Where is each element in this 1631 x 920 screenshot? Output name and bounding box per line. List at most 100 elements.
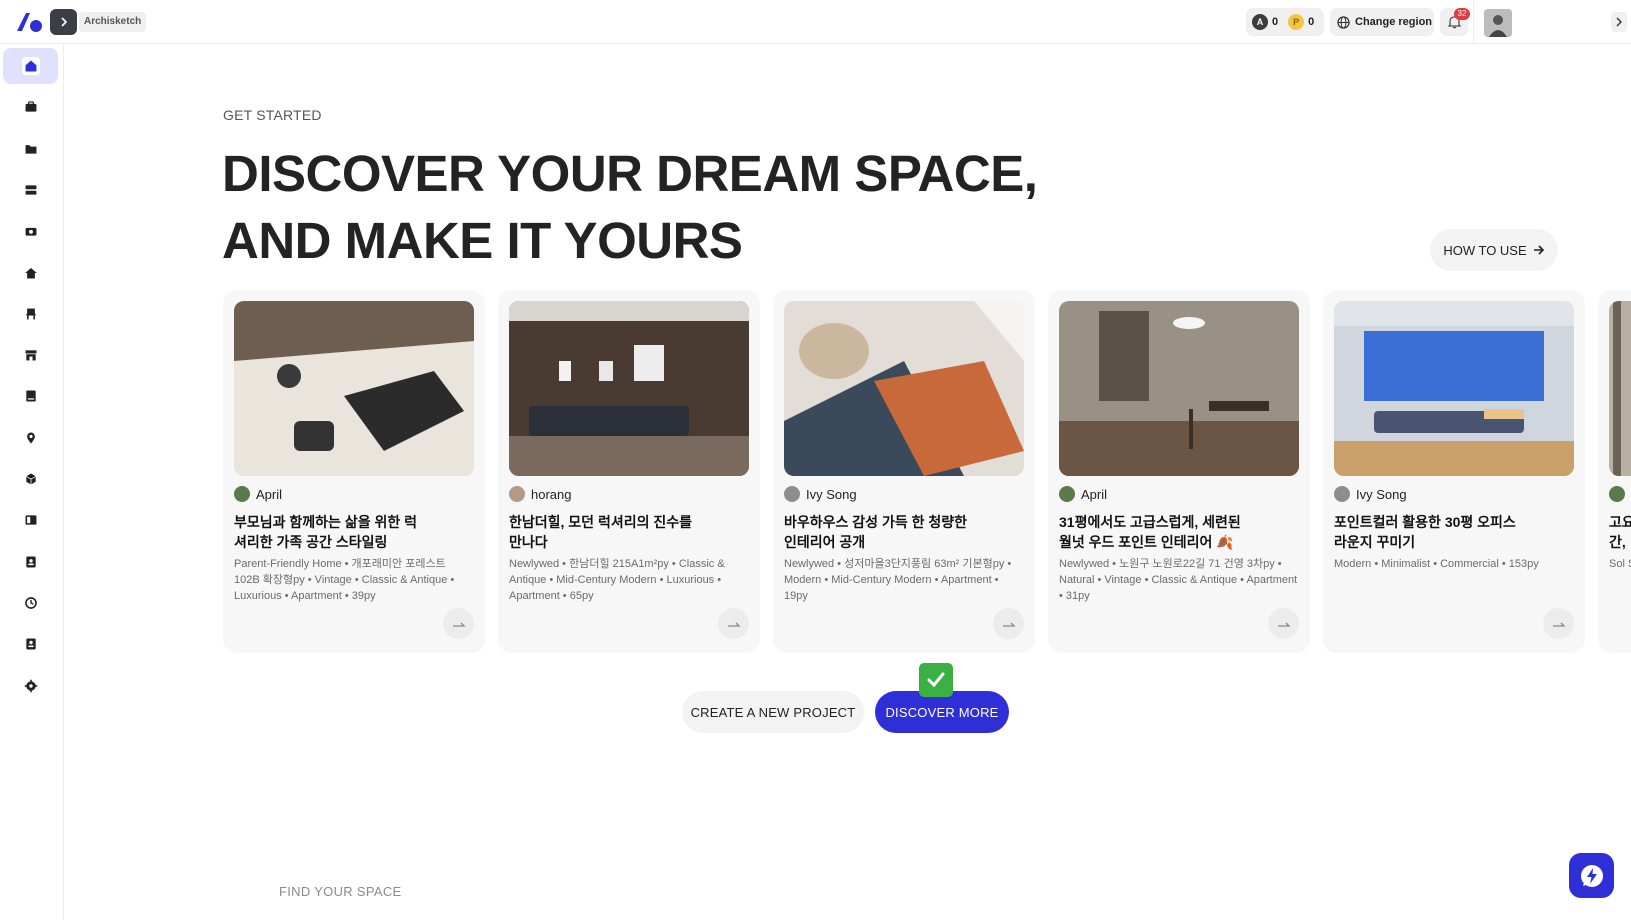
arrow-right-icon [452,622,466,627]
point-coin-icon: P [1288,14,1305,30]
project-tags: Newlywed • 노원구 노원로22길 71 건영 3차py • Natur… [1059,558,1298,602]
sidebar-item-contact-card[interactable] [3,544,58,580]
author-avatar [784,486,800,502]
chevron-right-icon [1616,17,1622,27]
project-tags: Parent-Friendly Home • 개포래미안 포레스트 102B 확… [234,558,455,602]
profile-photo-icon [1484,9,1512,37]
page-headline: DISCOVER YOUR DREAM SPACE, AND MAKE IT Y… [222,140,1042,274]
open-project-button[interactable] [1268,608,1299,639]
author-name: April [1081,486,1108,502]
chat-support-button[interactable] [1569,853,1614,898]
open-project-button[interactable] [993,608,1024,639]
change-region-button[interactable]: Change region [1330,8,1434,36]
home-icon [21,57,40,75]
project-thumbnail[interactable] [1059,301,1299,476]
project-thumbnail[interactable] [234,301,474,476]
project-card-partial[interactable]: 고요 간, Sol Sin [1598,290,1631,653]
project-title[interactable]: 포인트컬러 활용한 30평 오피스 라운지 꾸미기 [1334,512,1519,552]
sidebar-nav [0,44,64,920]
author-name: Ivy Song [806,486,857,502]
sidebar-item-history[interactable] [3,585,58,621]
sidebar-item-cube[interactable] [3,461,58,497]
card-author[interactable]: Ivy Song [784,486,857,502]
open-project-button[interactable] [443,608,474,639]
arrow-right-icon [1552,622,1566,627]
sidebar-item-book[interactable] [3,378,58,414]
checkmark-icon [919,663,953,697]
chevron-right-icon [60,17,67,27]
project-title[interactable]: 31평에서도 고급스럽게, 세련된 월넛 우드 포인트 인테리어 🍂 [1059,512,1244,552]
author-avatar [1609,486,1625,502]
book-icon [22,387,40,405]
archi-credit-icon: A [1252,14,1268,30]
settings-icon [22,677,40,695]
house-icon [22,264,40,282]
sidebar-item-catalog[interactable] [3,502,58,538]
sidebar-item-storage[interactable] [3,172,58,208]
project-thumbnail[interactable] [784,301,1024,476]
credit-balance[interactable]: A 0 P 0 [1246,8,1324,36]
card-author[interactable]: April [1059,486,1107,502]
workspace-breadcrumb[interactable]: Archisketch [79,12,147,32]
sidebar-item-id-badge[interactable] [3,626,58,662]
project-title[interactable]: 바우하우스 감성 가득 한 청량한 인테리어 공개 [784,512,969,552]
author-avatar [1059,486,1075,502]
id-badge-icon [22,635,40,653]
project-title[interactable]: 부모님과 함께하는 삶을 위한 럭셔리한 가족 공간 스타일링 [234,512,419,552]
sidebar-item-camera[interactable] [3,213,58,249]
headline-line-2: AND MAKE IT YOURS [222,212,743,269]
project-card[interactable]: April 31평에서도 고급스럽게, 세련된 월넛 우드 포인트 인테리어 🍂 N… [1048,290,1310,653]
location-pin-icon [22,429,40,447]
check-glyph-icon [927,672,945,688]
storage-icon [22,181,40,199]
sidebar-item-home[interactable] [3,48,58,84]
project-card[interactable]: Ivy Song 바우하우스 감성 가득 한 청량한 인테리어 공개 Newlywe… [773,290,1035,653]
change-region-label: Change region [1355,16,1433,28]
arrow-right-icon [727,622,741,627]
project-card[interactable]: horang 한남더힐, 모던 럭셔리의 진수를 만나다 Newlywed • 한남… [498,290,760,653]
project-thumbnail[interactable] [1609,301,1631,476]
how-to-use-button[interactable]: HOW TO USE [1430,229,1558,271]
sidebar-item-location-pin[interactable] [3,420,58,456]
archisketch-logo-icon[interactable] [14,9,44,35]
open-project-button[interactable] [1543,608,1574,639]
card-author[interactable]: April [234,486,282,502]
author-name: horang [531,486,572,502]
open-project-button[interactable] [718,608,749,639]
project-tags: Modern • Minimalist • Commercial • 153py [1334,558,1539,570]
side-panel-toggle-button[interactable] [1611,12,1627,32]
project-title[interactable]: 한남더힐, 모던 럭셔리의 진수를 만나다 [509,512,694,552]
history-icon [22,594,40,612]
breadcrumb-expand-button[interactable] [50,9,77,35]
notification-count-badge: 32 [1454,8,1470,20]
arrow-right-icon [1002,622,1016,627]
chat-bolt-icon [1580,864,1603,887]
card-author[interactable]: horang [509,486,571,502]
sidebar-item-house[interactable] [3,255,58,291]
project-card[interactable]: Ivy Song 포인트컬러 활용한 30평 오피스 라운지 꾸미기 Modern … [1323,290,1585,653]
author-avatar [234,486,250,502]
sidebar-item-store[interactable] [3,337,58,373]
contact-card-icon [22,553,40,571]
discover-more-button[interactable]: DISCOVER MORE [875,691,1009,733]
project-thumbnail[interactable] [1334,301,1574,476]
project-thumbnail[interactable] [509,301,749,476]
card-author[interactable]: Ivy Song [1334,486,1407,502]
cube-icon [22,470,40,488]
find-your-space-heading: FIND YOUR SPACE [279,884,402,899]
briefcase-icon [22,98,40,116]
author-avatar [509,486,525,502]
project-title[interactable]: 고요 간, [1609,512,1631,552]
project-card[interactable]: April 부모님과 함께하는 삶을 위한 럭셔리한 가족 공간 스타일링 Pare… [223,290,485,653]
card-author[interactable] [1609,486,1625,502]
sidebar-item-folder[interactable] [3,131,58,167]
sidebar-item-chair[interactable] [3,296,58,332]
top-bar: Archisketch A 0 P 0 Change region 32 [0,0,1631,44]
sidebar-item-briefcase[interactable] [3,89,58,125]
sidebar-item-settings[interactable] [3,668,58,704]
project-tags: Sol Sin [1609,558,1631,570]
create-new-project-button[interactable]: CREATE A NEW PROJECT [682,691,864,733]
user-avatar[interactable] [1484,9,1512,37]
arrow-right-icon [1277,622,1291,627]
store-icon [22,346,40,364]
